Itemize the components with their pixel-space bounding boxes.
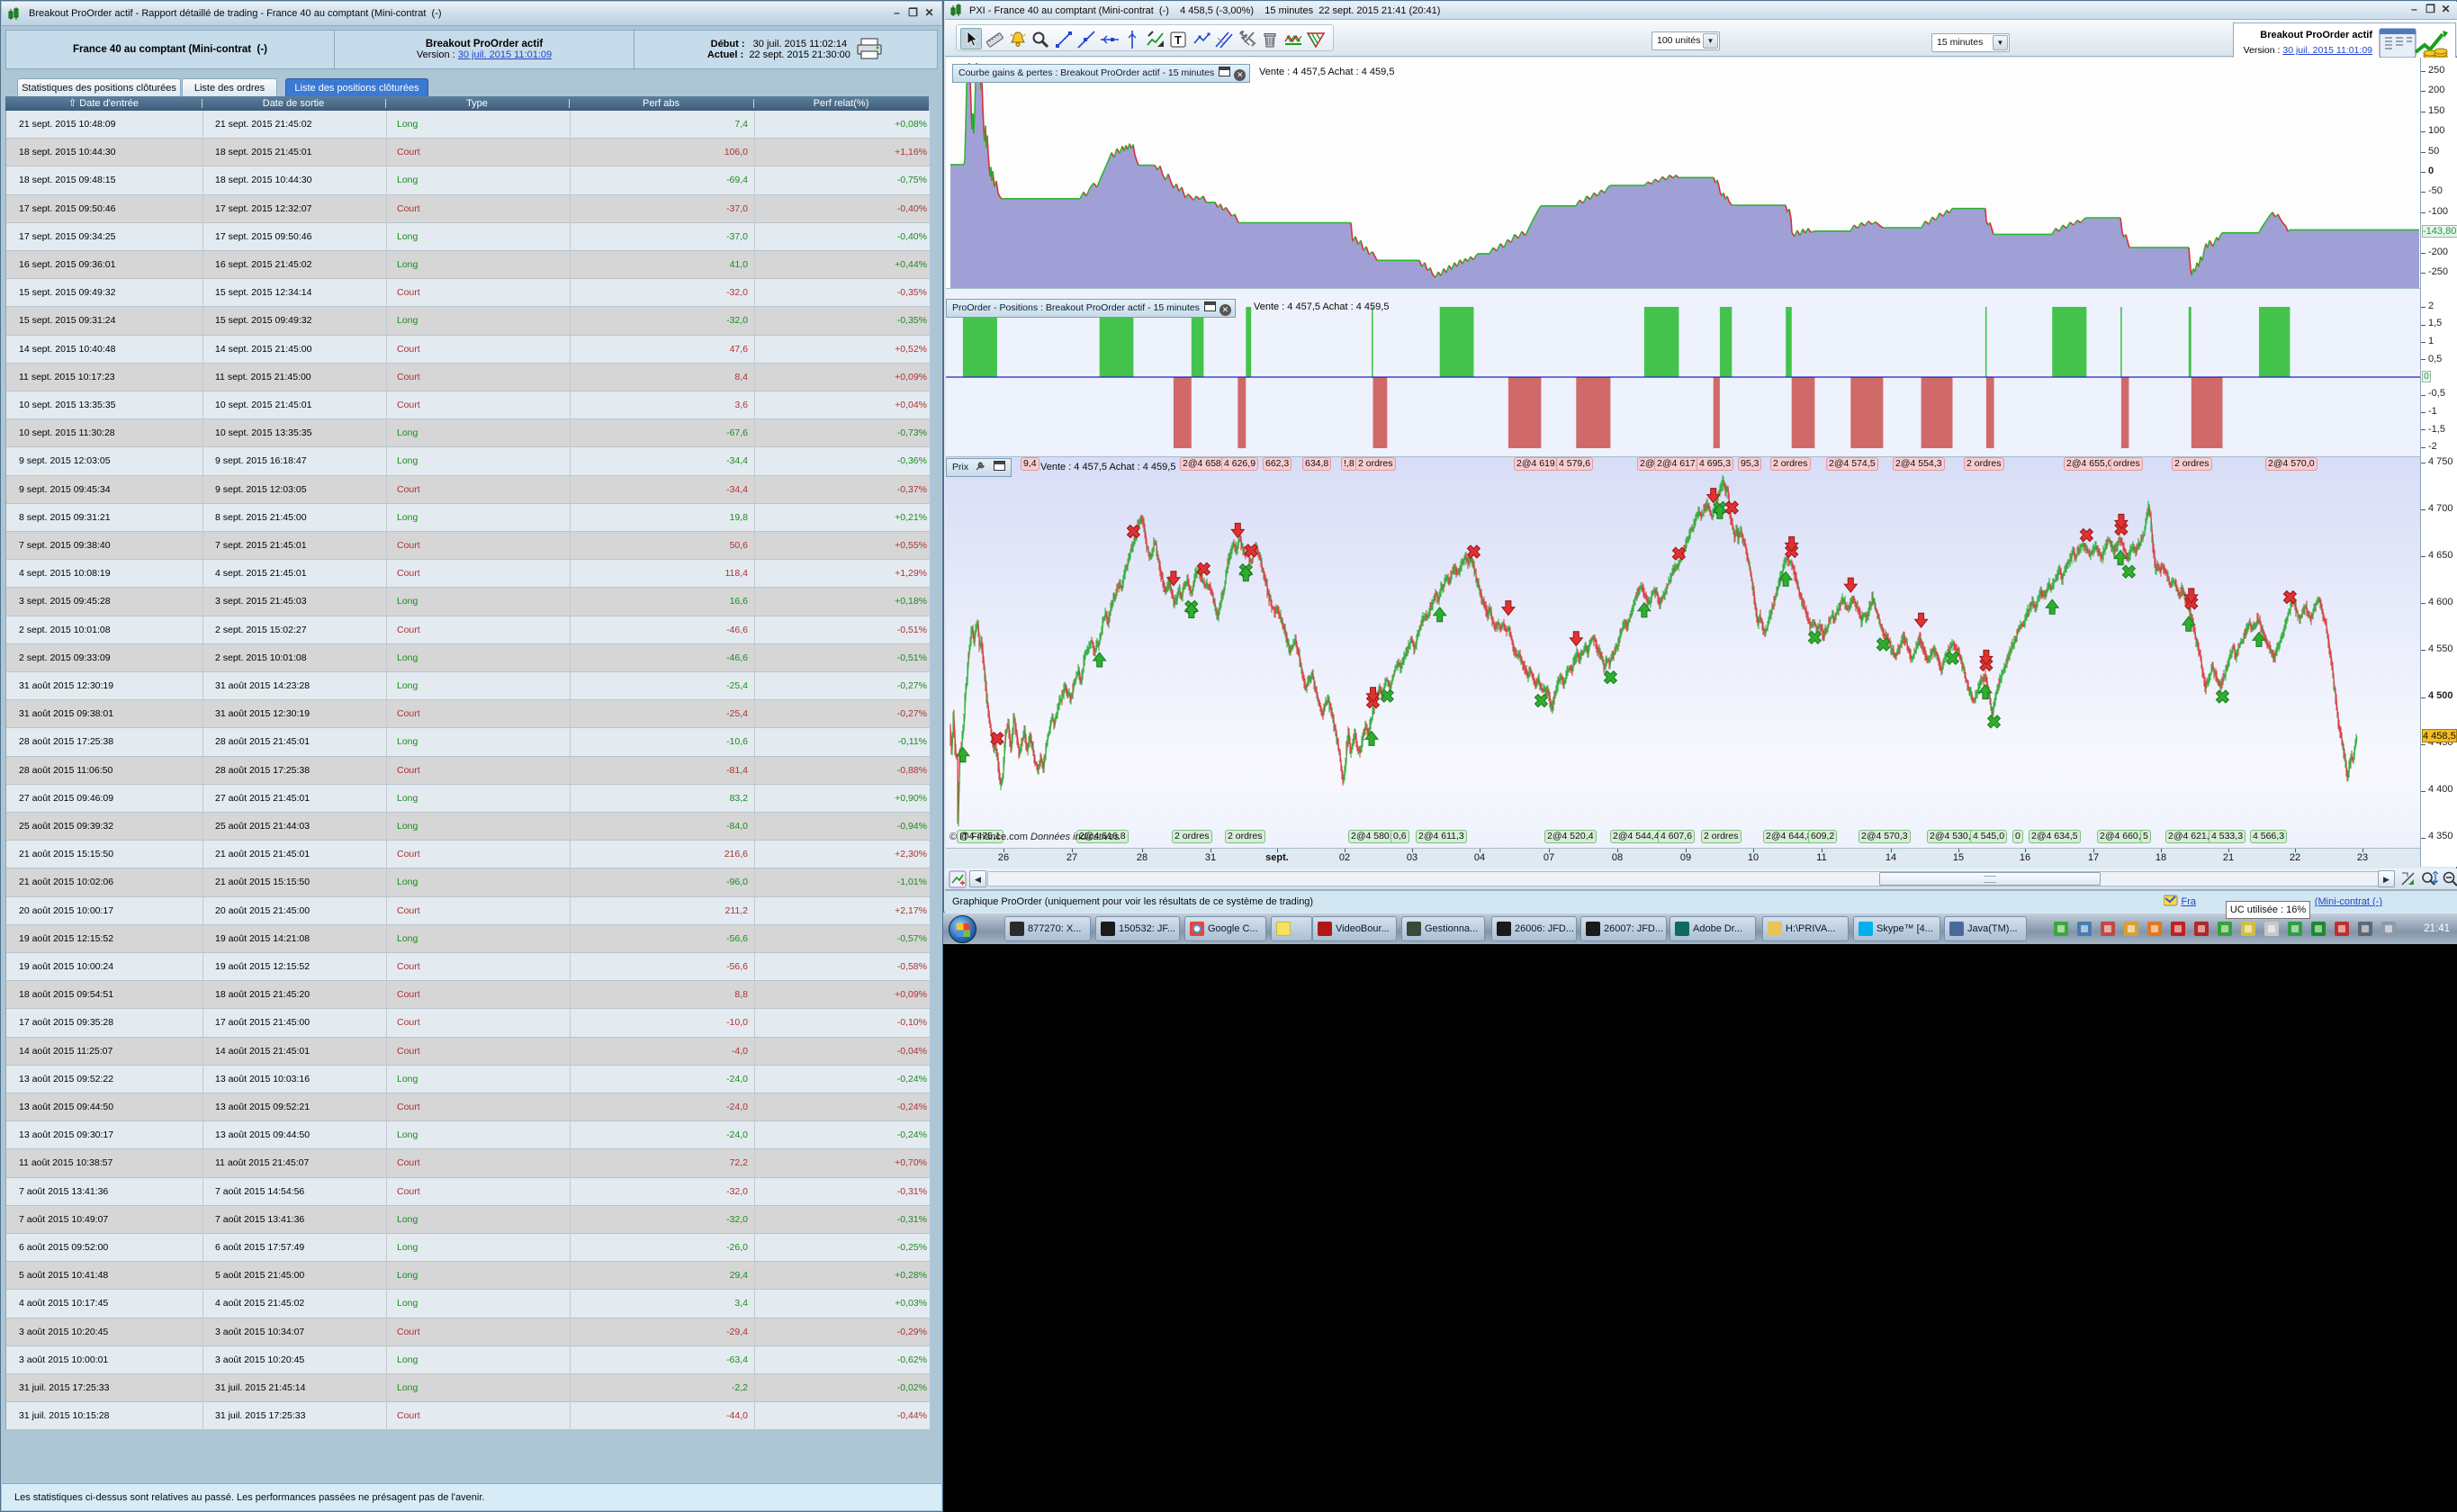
svg-text:T: T [1174,33,1182,47]
